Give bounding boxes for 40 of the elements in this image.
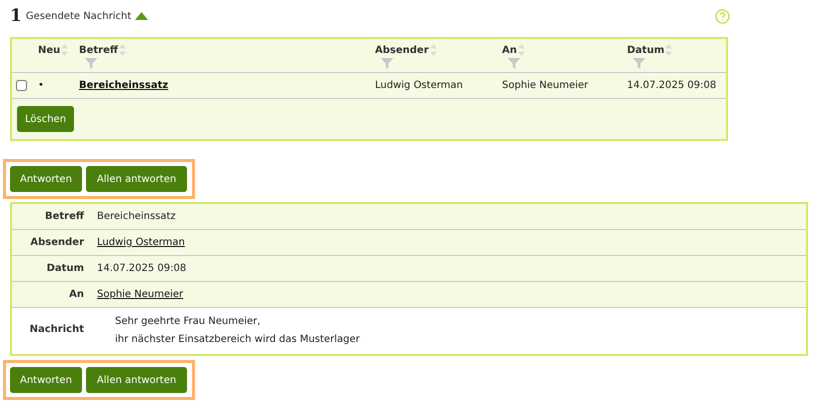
new-marker: • <box>38 80 44 91</box>
column-header[interactable]: Neu <box>38 44 68 56</box>
column-header[interactable]: Absender <box>375 44 437 56</box>
person-link[interactable]: Ludwig Osterman <box>97 237 185 248</box>
person-link[interactable]: Sophie Neumeier <box>97 289 184 300</box>
sort-icon[interactable] <box>518 44 525 56</box>
message-text: ihr nächster Einsatzbereich wird das Musterlager <box>115 334 361 345</box>
table-cell: Sophie Neumeier <box>502 80 588 91</box>
field-label: Betreff <box>44 211 84 222</box>
help-icon[interactable] <box>715 8 730 24</box>
sort-icon[interactable] <box>665 44 672 56</box>
reply-all-button[interactable]: Allen antworten <box>86 367 188 393</box>
sort-icon[interactable] <box>119 44 126 56</box>
reply-button[interactable]: Antworten <box>10 166 82 192</box>
field-label: Datum <box>46 263 84 274</box>
table-cell: 14.07.2025 09:08 <box>627 80 716 91</box>
filter-icon[interactable] <box>632 58 646 69</box>
reply-button[interactable]: Antworten <box>10 367 82 393</box>
reply-all-button[interactable]: Allen antworten <box>86 166 188 192</box>
field-label: Nachricht <box>28 323 84 337</box>
column-header[interactable]: An <box>502 44 525 56</box>
column-header[interactable]: Betreff <box>79 44 126 56</box>
field-label: Absender <box>29 237 84 248</box>
field-value: Bereicheinssatz <box>97 211 177 222</box>
message-text: Sehr geehrte Frau Neumeier, <box>115 316 262 327</box>
sort-icon[interactable] <box>61 44 68 56</box>
field-label: An <box>68 289 84 300</box>
field-value: 14.07.2025 09:08 <box>97 263 188 274</box>
filter-icon[interactable] <box>84 58 98 69</box>
sort-icon[interactable] <box>430 44 437 56</box>
section-title: Gesendete Nachricht <box>26 10 132 22</box>
subject-link[interactable]: Bereicheinssatz <box>79 80 168 91</box>
filter-icon[interactable] <box>507 58 521 69</box>
message-count: 1 <box>10 6 22 26</box>
delete-button[interactable]: Löschen <box>17 106 74 132</box>
filter-icon[interactable] <box>380 58 394 69</box>
table-cell: Ludwig Osterman <box>375 80 463 91</box>
row-checkbox[interactable] <box>16 80 27 91</box>
column-header[interactable]: Datum <box>627 44 672 56</box>
collapse-icon[interactable] <box>135 12 148 20</box>
